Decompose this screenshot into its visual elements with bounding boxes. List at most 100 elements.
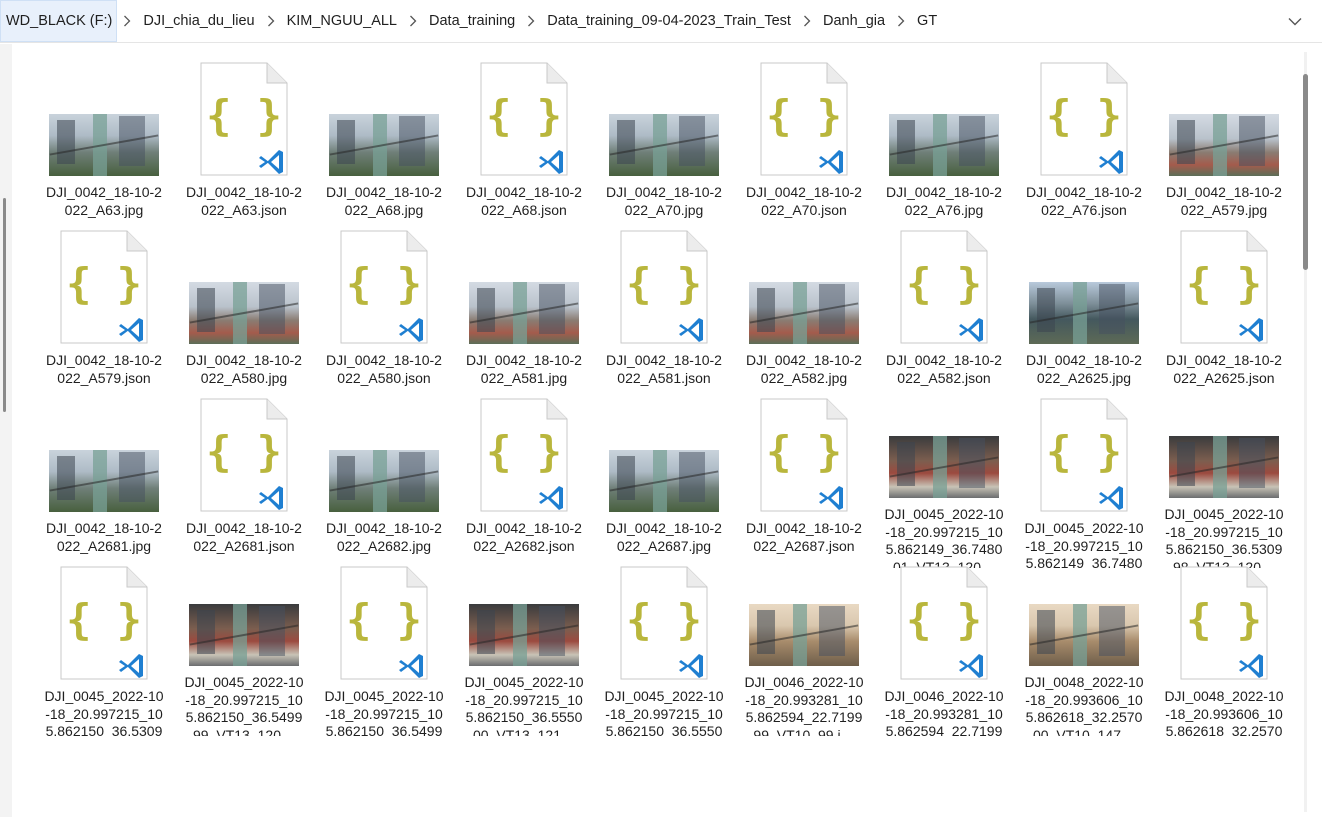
json-file-item[interactable]: { } DJI_0042_18-10-2022_A63.json: [174, 62, 314, 232]
chevron-right-icon[interactable]: [117, 0, 137, 43]
json-file-item[interactable]: { } DJI_0042_18-10-2022_A2625.json: [1154, 230, 1292, 400]
json-file-item[interactable]: { } DJI_0045_2022-10-18_20.997215_105.862…: [34, 566, 174, 736]
image-file-item[interactable]: DJI_0042_18-10-2022_A2681.jpg: [34, 400, 174, 568]
json-file-item[interactable]: { } DJI_0042_18-10-2022_A579.json: [34, 230, 174, 400]
json-file-item[interactable]: { } DJI_0042_18-10-2022_A2681.json: [174, 398, 314, 568]
address-history-chevron-down-icon[interactable]: [1282, 9, 1308, 33]
photo-preview: [749, 604, 859, 667]
breadcrumb-item[interactable]: KIM_NGUU_ALL: [281, 0, 403, 43]
svg-text:{ }: { }: [1046, 427, 1122, 476]
image-file-item[interactable]: DJI_0042_18-10-2022_A2625.jpg: [1014, 232, 1154, 400]
file-name-label: DJI_0045_2022-10-18_20.997215_105.862149…: [884, 506, 1004, 568]
image-file-item[interactable]: DJI_0042_18-10-2022_A580.jpg: [174, 232, 314, 400]
file-name-label: DJI_0042_18-10-2022_A63.json: [186, 184, 302, 218]
image-file-item[interactable]: DJI_0045_2022-10-18_20.997215_105.862149…: [874, 400, 1014, 568]
file-name-label: DJI_0042_18-10-2022_A582.jpg: [746, 352, 862, 386]
image-file-item[interactable]: DJI_0042_18-10-2022_A581.jpg: [454, 232, 594, 400]
file-name-label: DJI_0042_18-10-2022_A2687.json: [746, 520, 862, 554]
svg-text:{ }: { }: [66, 595, 142, 644]
scrollbar-thumb: [1303, 74, 1308, 270]
chevron-right-icon[interactable]: [261, 0, 281, 43]
breadcrumb-item[interactable]: Data_training_09-04-2023_Train_Test: [541, 0, 797, 43]
photo-preview: [889, 114, 999, 176]
json-file-item[interactable]: { } DJI_0042_18-10-2022_A580.json: [314, 230, 454, 400]
json-file-item[interactable]: { } DJI_0042_18-10-2022_A581.json: [594, 230, 734, 400]
chevron-right-icon[interactable]: [521, 0, 541, 43]
json-file-item[interactable]: { } DJI_0046_2022-10-18_20.993281_105.862…: [874, 566, 1014, 736]
image-file-item[interactable]: DJI_0045_2022-10-18_20.997215_105.862150…: [1154, 400, 1292, 568]
breadcrumb-item[interactable]: Data_training: [423, 0, 521, 43]
json-file-item[interactable]: { } DJI_0042_18-10-2022_A2687.json: [734, 398, 874, 568]
image-file-item[interactable]: DJI_0046_2022-10-18_20.993281_105.862594…: [734, 568, 874, 736]
image-file-item[interactable]: DJI_0042_18-10-2022_A579.jpg: [1154, 64, 1292, 232]
photo-preview: [49, 114, 159, 176]
image-file-item[interactable]: DJI_0042_18-10-2022_A68.jpg: [314, 64, 454, 232]
image-file-item[interactable]: DJI_0042_18-10-2022_A582.jpg: [734, 232, 874, 400]
image-file-item[interactable]: DJI_0042_18-10-2022_A2682.jpg: [314, 400, 454, 568]
json-file-icon: { }: [1154, 230, 1292, 346]
json-file-icon: { }: [874, 566, 1014, 682]
file-name-label: DJI_0042_18-10-2022_A70.json: [746, 184, 862, 218]
svg-text:{ }: { }: [906, 259, 982, 308]
image-file-item[interactable]: DJI_0045_2022-10-18_20.997215_105.862150…: [174, 568, 314, 736]
image-thumbnail: [454, 568, 594, 668]
json-file-icon: { }: [314, 566, 454, 682]
chevron-right-icon[interactable]: [403, 0, 423, 43]
image-thumbnail: [594, 64, 734, 178]
svg-text:{ }: { }: [206, 427, 282, 476]
json-file-item[interactable]: { } DJI_0042_18-10-2022_A70.json: [734, 62, 874, 232]
photo-preview: [329, 450, 439, 512]
json-file-icon: { }: [454, 398, 594, 514]
file-name-label: DJI_0042_18-10-2022_A76.json: [1026, 184, 1142, 218]
file-name-label: DJI_0045_2022-10-18_20.997215_105.862149…: [1024, 520, 1144, 568]
json-file-icon: { }: [594, 230, 734, 346]
json-file-item[interactable]: { } DJI_0042_18-10-2022_A76.json: [1014, 62, 1154, 232]
image-thumbnail: [34, 400, 174, 514]
file-name-label: DJI_0042_18-10-2022_A580.jpg: [186, 352, 302, 386]
image-file-item[interactable]: DJI_0042_18-10-2022_A76.jpg: [874, 64, 1014, 232]
image-thumbnail: [874, 64, 1014, 178]
breadcrumb-item[interactable]: DJI_chia_du_lieu: [137, 0, 260, 43]
json-file-icon: { }: [734, 398, 874, 514]
vertical-scrollbar[interactable]: [1292, 44, 1322, 817]
json-file-item[interactable]: { } DJI_0045_2022-10-18_20.997215_105.862…: [594, 566, 734, 736]
json-file-item[interactable]: { } DJI_0048_2022-10-18_20.993606_105.862…: [1154, 566, 1292, 736]
image-file-item[interactable]: DJI_0042_18-10-2022_A2687.jpg: [594, 400, 734, 568]
file-name-label: DJI_0046_2022-10-18_20.993281_105.862594…: [744, 674, 864, 736]
json-file-item[interactable]: { } DJI_0045_2022-10-18_20.997215_105.862…: [314, 566, 454, 736]
breadcrumb-item-drive[interactable]: WD_BLACK (F:): [0, 0, 118, 42]
file-name-label: DJI_0042_18-10-2022_A580.json: [326, 352, 442, 386]
file-name-label: DJI_0045_2022-10-18_20.997215_105.862150…: [604, 688, 724, 736]
file-name-label: DJI_0045_2022-10-18_20.997215_105.862150…: [464, 674, 584, 736]
image-thumbnail: [594, 400, 734, 514]
file-name-label: DJI_0045_2022-10-18_20.997215_105.862150…: [44, 688, 164, 736]
breadcrumb-item[interactable]: Danh_gia: [817, 0, 891, 43]
image-thumbnail: [1014, 568, 1154, 668]
address-breadcrumb: WD_BLACK (F:) DJI_chia_du_lieu KIM_NGUU_…: [0, 0, 1322, 43]
image-file-item[interactable]: DJI_0048_2022-10-18_20.993606_105.862618…: [1014, 568, 1154, 736]
image-thumbnail: [454, 232, 594, 346]
json-file-item[interactable]: { } DJI_0045_2022-10-18_20.997215_105.862…: [1014, 398, 1154, 568]
breadcrumb-item-current[interactable]: GT: [911, 0, 943, 43]
photo-preview: [609, 114, 719, 176]
file-name-label: DJI_0042_18-10-2022_A68.jpg: [326, 184, 442, 218]
image-thumbnail: [1014, 232, 1154, 346]
photo-preview: [1169, 114, 1279, 176]
photo-preview: [1029, 282, 1139, 344]
image-thumbnail: [1154, 64, 1292, 178]
svg-text:{ }: { }: [346, 259, 422, 308]
json-file-item[interactable]: { } DJI_0042_18-10-2022_A582.json: [874, 230, 1014, 400]
json-file-icon: { }: [454, 62, 594, 178]
chevron-right-icon[interactable]: [797, 0, 817, 43]
file-name-label: DJI_0042_18-10-2022_A2682.jpg: [326, 520, 442, 554]
navigation-pane-scrollbar[interactable]: [3, 198, 6, 412]
image-file-item[interactable]: DJI_0042_18-10-2022_A70.jpg: [594, 64, 734, 232]
image-file-item[interactable]: DJI_0042_18-10-2022_A63.jpg: [34, 64, 174, 232]
file-view: DJI_0042_18-10-2022_A63.jpg { } DJI_0042_1…: [12, 44, 1292, 817]
json-file-item[interactable]: { } DJI_0042_18-10-2022_A2682.json: [454, 398, 594, 568]
image-file-item[interactable]: DJI_0045_2022-10-18_20.997215_105.862150…: [454, 568, 594, 736]
file-name-label: DJI_0042_18-10-2022_A2625.jpg: [1026, 352, 1142, 386]
json-file-item[interactable]: { } DJI_0042_18-10-2022_A68.json: [454, 62, 594, 232]
chevron-right-icon[interactable]: [891, 0, 911, 43]
json-file-icon: { }: [174, 398, 314, 514]
